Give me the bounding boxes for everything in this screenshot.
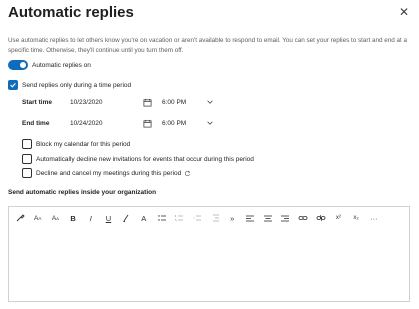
- toggle-label: Automatic replies on: [32, 61, 91, 69]
- grow-font-button[interactable]: AA: [48, 211, 62, 225]
- reply-editor: AA AA B I U A » x² x₂ ···: [8, 206, 410, 302]
- decline-invitations-row: Automatically decline new invitations fo…: [22, 154, 254, 164]
- formatting-toolbar: AA AA B I U A » x² x₂ ···: [9, 207, 409, 229]
- automatic-replies-toggle-row: Automatic replies on: [8, 60, 91, 70]
- start-time-label: Start time: [22, 98, 52, 106]
- time-period-checkbox[interactable]: [8, 80, 18, 90]
- automatic-replies-toggle[interactable]: [8, 60, 28, 70]
- format-painter-icon[interactable]: [13, 211, 27, 225]
- subscript-button[interactable]: x₂: [349, 211, 363, 225]
- highlight-icon[interactable]: [119, 211, 133, 225]
- remove-link-icon[interactable]: [314, 211, 328, 225]
- dialog-title: Automatic replies: [8, 4, 134, 21]
- time-period-row: Send replies only during a time period: [8, 80, 131, 90]
- description-text: Use automatic replies to let others know…: [8, 37, 407, 54]
- end-date-value: 10/24/2020: [70, 119, 103, 127]
- quote-button[interactable]: »: [225, 211, 239, 225]
- italic-button[interactable]: I: [84, 211, 98, 225]
- numbered-list-icon[interactable]: [172, 211, 186, 225]
- start-time-dropdown[interactable]: 6:00 PM: [162, 95, 214, 109]
- block-calendar-row: Block my calendar for this period: [22, 139, 130, 149]
- decline-invitations-label: Automatically decline new invitations fo…: [36, 155, 254, 163]
- font-color-button[interactable]: A: [137, 211, 151, 225]
- decline-invitations-checkbox[interactable]: [22, 154, 32, 164]
- more-options-button[interactable]: ···: [367, 211, 381, 225]
- align-center-icon[interactable]: [261, 211, 275, 225]
- link-icon[interactable]: [296, 211, 310, 225]
- time-period-label: Send replies only during a time period: [22, 81, 132, 89]
- message-body-input[interactable]: [9, 229, 409, 301]
- align-left-icon[interactable]: [243, 211, 257, 225]
- end-time-label: End time: [22, 119, 50, 127]
- automatic-replies-dialog: Automatic replies ✕ Use automatic replie…: [0, 0, 419, 309]
- calendar-icon[interactable]: [143, 98, 152, 107]
- calendar-icon[interactable]: [143, 119, 152, 128]
- chevron-down-icon: [207, 121, 213, 125]
- underline-button[interactable]: U: [101, 211, 115, 225]
- start-time-value: 6:00 PM: [162, 98, 187, 106]
- font-size-button[interactable]: AA: [31, 211, 45, 225]
- decline-cancel-row: Decline and cancel my meetings during th…: [22, 168, 191, 178]
- end-time-row: End time 10/24/2020 6:00 PM: [22, 116, 214, 130]
- checkmark-icon: [10, 83, 16, 88]
- bold-button[interactable]: B: [66, 211, 80, 225]
- refresh-icon: [185, 170, 191, 176]
- start-date-value: 10/23/2020: [70, 98, 103, 106]
- end-time-dropdown[interactable]: 6:00 PM: [162, 116, 214, 130]
- end-date-picker[interactable]: 10/24/2020: [68, 116, 154, 130]
- increase-indent-icon[interactable]: [208, 211, 222, 225]
- start-date-picker[interactable]: 10/23/2020: [68, 95, 154, 109]
- close-icon[interactable]: ✕: [397, 5, 411, 19]
- chevron-down-icon: [207, 100, 213, 104]
- align-right-icon[interactable]: [278, 211, 292, 225]
- decline-cancel-label: Decline and cancel my meetings during th…: [36, 169, 182, 177]
- decrease-indent-icon[interactable]: [190, 211, 204, 225]
- start-time-row: Start time 10/23/2020 6:00 PM: [22, 95, 214, 109]
- block-calendar-label: Block my calendar for this period: [36, 140, 131, 148]
- end-time-value: 6:00 PM: [162, 119, 187, 127]
- superscript-button[interactable]: x²: [331, 211, 345, 225]
- decline-cancel-checkbox[interactable]: [22, 168, 32, 178]
- block-calendar-checkbox[interactable]: [22, 139, 32, 149]
- inside-org-heading: Send automatic replies inside your organ…: [8, 189, 157, 196]
- bullet-list-icon[interactable]: [155, 211, 169, 225]
